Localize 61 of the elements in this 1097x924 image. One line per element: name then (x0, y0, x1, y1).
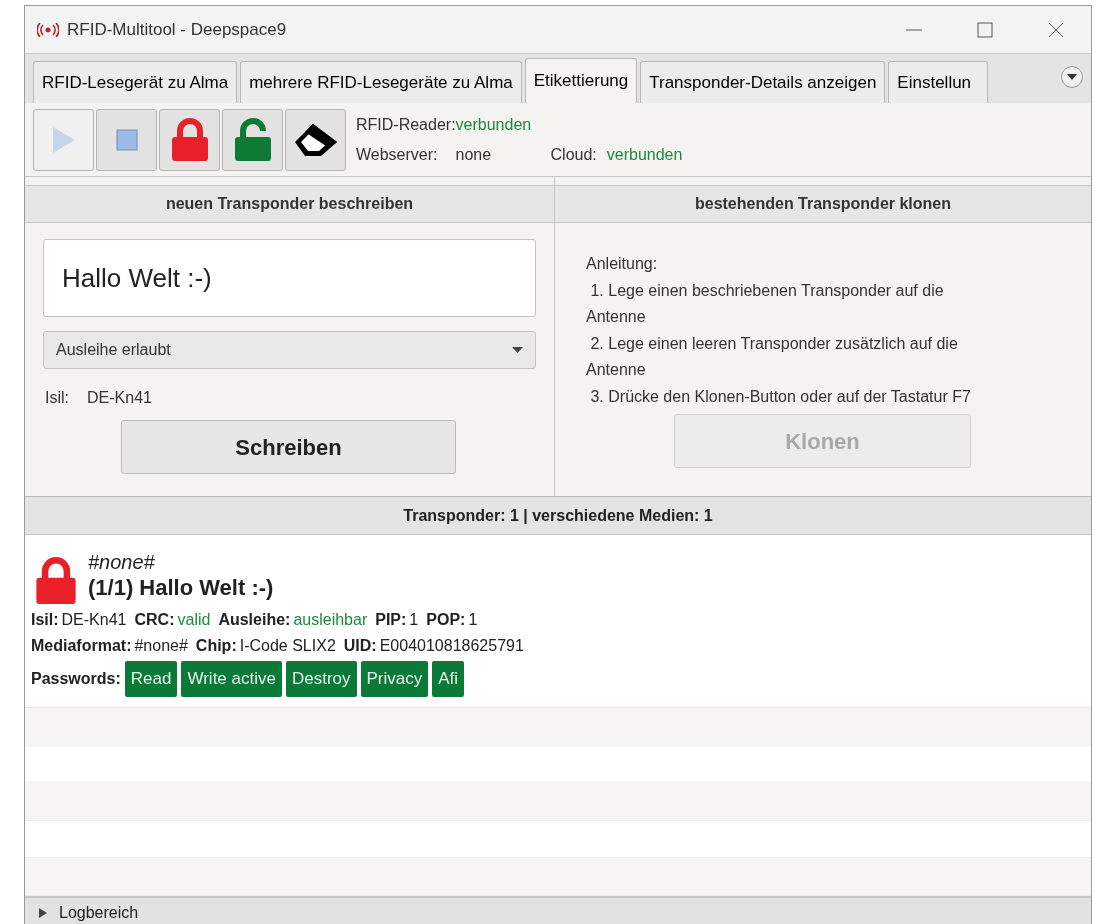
tab[interactable]: Etikettierung (524, 58, 638, 103)
instruction-text: 3. Drücke den Klonen-Button oder auf der Tastatur F7 (589, 386, 972, 407)
transponder-title: (1/1) Hallo Welt :-) (88, 574, 274, 602)
field-value: DE-Kn41 (61, 610, 127, 630)
status-label: Cloud: (550, 144, 597, 165)
play-icon (50, 124, 77, 155)
instruction-text: 2. Lege einen leeren Transponder zusätzlich auf die Antenne (586, 333, 959, 380)
password-tag: Write active (181, 661, 282, 697)
summary-header: Transponder: 1 | verschiedene Medien: 1 (25, 497, 1091, 535)
unlocked-lock-icon (232, 117, 273, 162)
field-value: #none# (134, 636, 188, 656)
field-label: Chip: (195, 636, 237, 656)
password-tag: Destroy (285, 661, 357, 697)
lock-icon (169, 117, 210, 162)
write-button[interactable]: Schreiben (121, 420, 456, 474)
field-label: UID: (343, 636, 377, 656)
field-value: I-Code SLIX2 (239, 636, 336, 656)
maximize-icon[interactable] (977, 21, 993, 38)
toolbar-button[interactable] (285, 108, 346, 171)
field-value: 1 (468, 610, 478, 630)
instruction-text: 1. Lege einen beschriebenen Transponder auf die Antenne (586, 280, 945, 327)
caret-icon (512, 347, 523, 353)
status-label: Webserver: (356, 144, 438, 165)
tab[interactable]: Transponder-Details anzeigen (640, 61, 886, 103)
field-value: ausleihbar (293, 610, 368, 630)
window-title: RFID-Multitool - Deepspace9 (67, 18, 287, 41)
field-label: CRC: (134, 610, 175, 630)
tab[interactable]: RFID-Lesegerät zu Alma (33, 61, 238, 103)
password-tag: Privacy (360, 661, 429, 697)
status-value: verbunden (606, 144, 683, 165)
field-label: Passwords: (31, 669, 121, 689)
tab[interactable]: Einstellun (888, 61, 989, 103)
field-label: POP: (426, 610, 466, 630)
close-icon[interactable] (1048, 21, 1064, 38)
isil-label: Isil: (45, 388, 69, 408)
dropdown[interactable]: Ausleihe erlaubt (43, 331, 536, 369)
transponder-subtitle: #none# (88, 550, 156, 574)
section-header: neuen Transponder beschreiben (25, 185, 554, 223)
status-label: RFID-Reader: (356, 114, 456, 135)
caret-right-icon (39, 908, 47, 918)
broadcast-icon (37, 22, 59, 37)
field-label: PIP: (375, 610, 407, 630)
field-value: valid (177, 610, 211, 630)
status-value: verbunden (455, 114, 532, 135)
stop-icon (115, 128, 138, 151)
section-header: bestehenden Transponder klonen (555, 185, 1091, 223)
password-tag: Afi (432, 661, 465, 697)
instruction-text: Anleitung: (586, 254, 659, 274)
field-label: Ausleihe: (218, 610, 291, 630)
text-input-field[interactable]: Hallo Welt :-) (43, 239, 536, 317)
field-label: Mediaformat: (31, 636, 132, 656)
tab-overflow-button[interactable] (1061, 66, 1083, 88)
status-value: none (455, 144, 493, 165)
field-value: 1 (409, 610, 419, 630)
tab[interactable]: mehrere RFID-Lesegeräte zu Alma (240, 61, 522, 103)
field-label: Isil: (31, 610, 59, 630)
caret-icon (1067, 74, 1077, 80)
isil-value: DE-Kn41 (87, 388, 152, 408)
password-tag: Read (124, 661, 178, 697)
field-value: E004010818625791 (379, 636, 524, 656)
log-panel-header[interactable]: Logbereich (25, 895, 1091, 924)
